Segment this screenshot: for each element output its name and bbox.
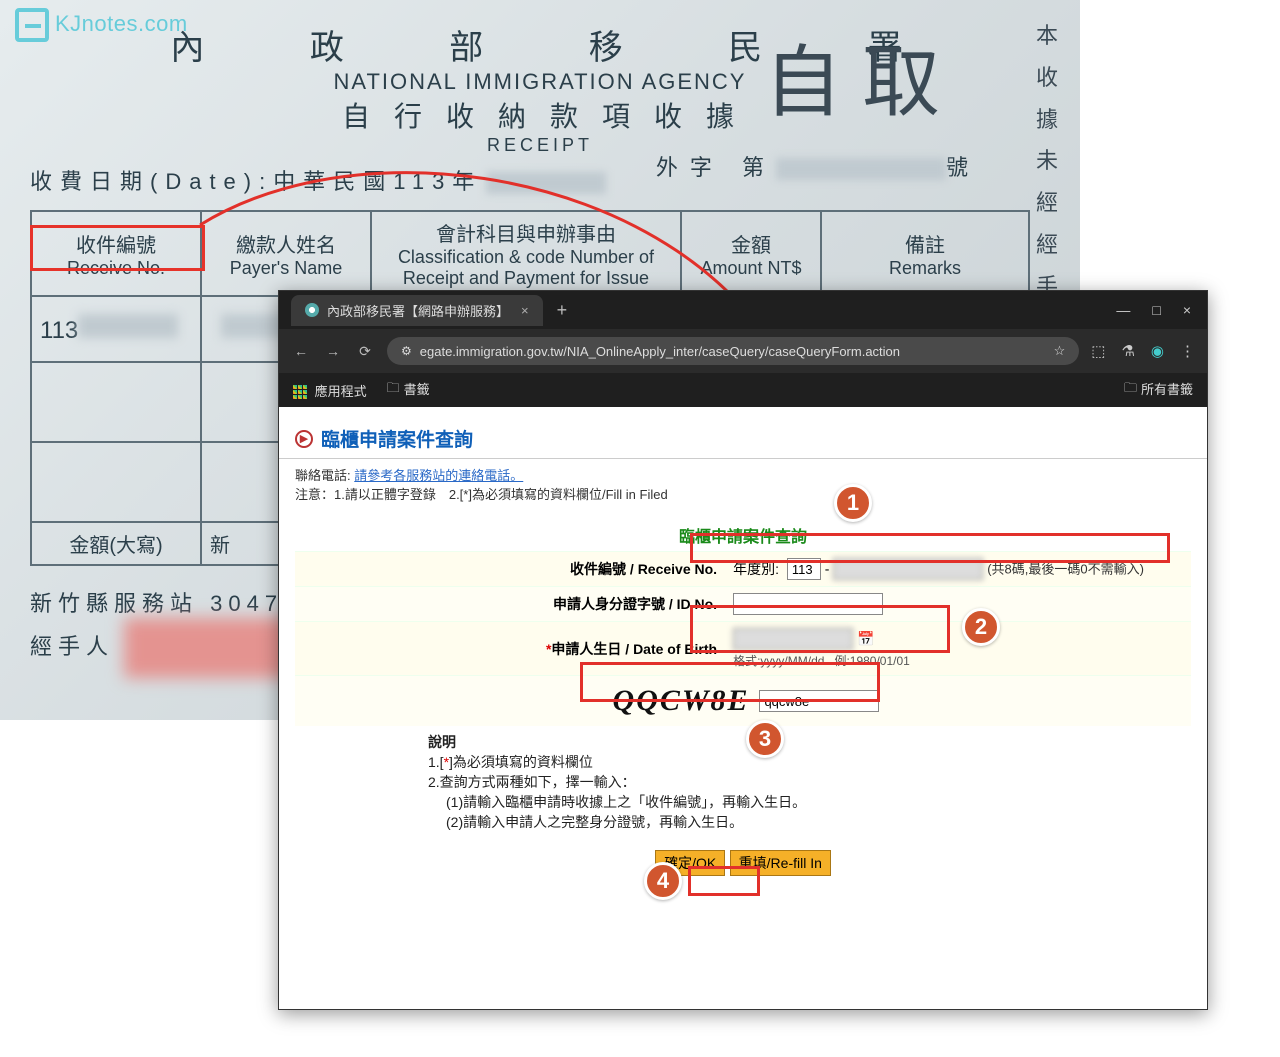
window-min-icon[interactable]: —: [1116, 302, 1130, 318]
watermark: KJnotes.com: [15, 8, 188, 42]
redacted-docnum: [776, 158, 946, 180]
menu-icon[interactable]: ⋮: [1180, 342, 1195, 360]
bookmark-star-icon[interactable]: ☆: [1054, 343, 1066, 359]
profile-icon[interactable]: ◉: [1151, 342, 1164, 360]
address-bar: ← → ⟳ ⚙ egate.immigration.gov.tw/NIA_Onl…: [279, 329, 1207, 373]
receive-no-value: 113: [40, 317, 78, 344]
url-text: egate.immigration.gov.tw/NIA_OnlineApply…: [420, 344, 900, 359]
notice-text: 注意：1.請以正體字登錄 2.[*]為必須填寫的資料欄位/Fill in Fil…: [295, 487, 668, 502]
folder-icon: 🗀: [387, 379, 400, 401]
callout-3: 3: [746, 720, 784, 758]
tab-strip: 內政部移民署【網路申辦服務】 × + — □ ×: [279, 291, 1207, 329]
desc-line-2a: (1)請輸入臨櫃申請時收據上之「收件編號」，再輸入生日。: [428, 792, 1058, 812]
label-id-no: 申請人身分證字號 / ID No.: [295, 587, 725, 622]
all-bookmarks[interactable]: 🗀所有書籤: [1124, 379, 1193, 402]
omnibox[interactable]: ⚙ egate.immigration.gov.tw/NIA_OnlineApp…: [387, 337, 1079, 365]
extensions-icon[interactable]: ⬚: [1091, 342, 1105, 360]
instructions: 說明 1.[*]為必須填寫的資料欄位 2.查詢方式兩種如下，擇一輸入： (1)請…: [418, 732, 1068, 832]
nav-forward-icon[interactable]: →: [323, 343, 343, 359]
window-close-icon[interactable]: ×: [1183, 302, 1191, 318]
pickup-stamp: 自取: [764, 20, 960, 132]
contact-link[interactable]: 請參考各服務站的連絡電話。: [354, 468, 523, 483]
bookmarks-folder[interactable]: 🗀書籤: [387, 379, 430, 402]
browser-tab[interactable]: 內政部移民署【網路申辦服務】 ×: [291, 295, 543, 326]
apps-grid-icon: [293, 385, 307, 399]
doc-number-line: 外字 第號: [656, 150, 980, 182]
tab-title: 內政部移民署【網路申辦服務】: [327, 301, 509, 320]
recv-hint: (共8碼,最後一碼0不需輸入): [987, 562, 1144, 577]
highlight-row-dob: [690, 605, 950, 653]
nav-back-icon[interactable]: ←: [291, 343, 311, 359]
redacted-recv-rest: [78, 314, 178, 338]
highlight-ok-button: [688, 866, 760, 896]
site-settings-icon[interactable]: ⚙: [401, 344, 412, 358]
page-title-row: ▶ 臨櫃申請案件查詢: [279, 407, 1207, 459]
callout-4: 4: [644, 862, 682, 900]
callout-2: 2: [962, 608, 1000, 646]
window-max-icon[interactable]: □: [1152, 302, 1160, 318]
folder-icon: 🗀: [1124, 379, 1137, 401]
apps-shortcut[interactable]: 應用程式: [293, 381, 367, 400]
redacted-date: [486, 172, 606, 194]
bullet-icon: ▶: [295, 430, 313, 448]
contact-label: 聯絡電話:: [295, 468, 351, 483]
highlight-captcha: [580, 662, 880, 702]
desc-line-1: 1.[*]為必須填寫的資料欄位: [428, 754, 593, 770]
favicon-icon: [305, 303, 319, 317]
highlight-receive-no: [30, 225, 205, 271]
nav-reload-icon[interactable]: ⟳: [355, 343, 375, 360]
bookmarks-bar: 應用程式 🗀書籤 🗀所有書籤: [279, 373, 1207, 407]
desc-line-2: 2.查詢方式兩種如下，擇一輸入：: [428, 772, 1058, 792]
tab-close-icon[interactable]: ×: [521, 303, 529, 318]
label-receive-no: 收件編號 / Receive No.: [295, 552, 725, 587]
callout-1: 1: [834, 484, 872, 522]
page-content: ▶ 臨櫃申請案件查詢 聯絡電話: 請參考各服務站的連絡電話。 注意：1.請以正體…: [279, 407, 1207, 1009]
watermark-logo-icon: [15, 8, 49, 42]
new-tab-button[interactable]: +: [557, 300, 568, 321]
page-title: 臨櫃申請案件查詢: [321, 425, 473, 452]
desc-line-2b: (2)請輸入申請人之完整身分證號，再輸入生日。: [428, 812, 1058, 832]
labs-icon[interactable]: ⚗: [1121, 342, 1134, 360]
highlight-row-recv: [690, 533, 1170, 563]
